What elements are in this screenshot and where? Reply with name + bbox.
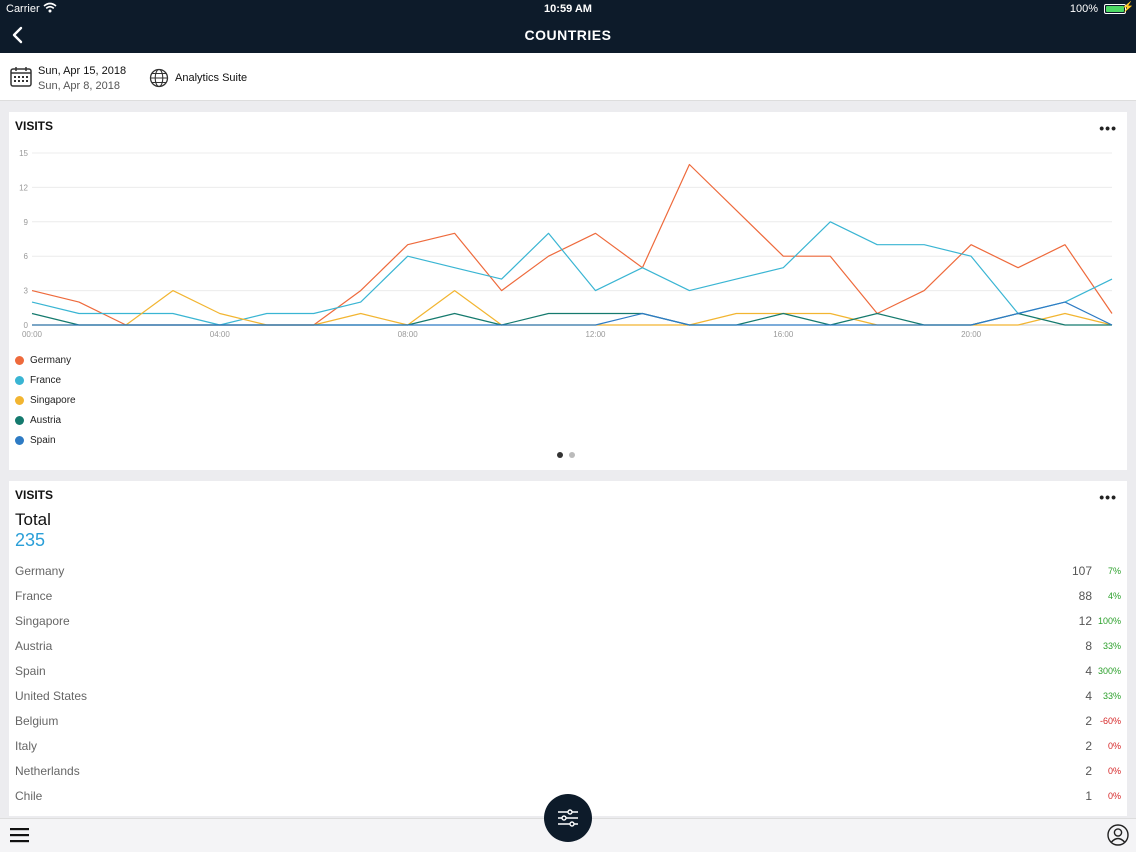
more-options-icon[interactable]: ••• (1099, 120, 1117, 136)
country-name: Netherlands (15, 764, 80, 778)
country-name: United States (15, 689, 88, 703)
country-name: Singapore (15, 614, 70, 628)
legend-swatch (15, 375, 24, 385)
change-percentage: 33% (1102, 641, 1121, 651)
country-name: Spain (15, 664, 46, 678)
country-name: Austria (15, 639, 53, 653)
legend-swatch (15, 355, 24, 365)
y-tick-label: 3 (24, 287, 29, 296)
y-tick-label: 6 (24, 252, 29, 261)
total-label: Total (15, 510, 51, 529)
x-tick-label: 16:00 (773, 330, 794, 339)
hamburger-menu-icon[interactable] (10, 827, 30, 843)
country-name: Italy (15, 739, 38, 753)
change-percentage: 33% (1102, 691, 1121, 701)
total-value: 235 (15, 530, 46, 550)
visits-table-card: VISITS ••• Total 235 Germany 107 7% France 8… (9, 481, 1127, 816)
x-tick-label: 12:00 (585, 330, 606, 339)
visit-count: 2 (1085, 739, 1092, 753)
y-tick-label: 12 (19, 183, 28, 192)
page-indicator[interactable] (557, 452, 575, 458)
series-line-singapore (32, 290, 1113, 326)
country-name: Germany (15, 564, 65, 578)
table-row[interactable]: Belgium 2 -60% (15, 709, 1121, 734)
legend-swatch (15, 395, 24, 405)
legend-label: Germany (30, 354, 72, 366)
visit-count: 12 (1078, 614, 1092, 628)
country-name: Chile (15, 789, 43, 803)
change-percentage: 0% (1107, 766, 1121, 776)
change-percentage: 7% (1107, 566, 1121, 576)
legend-label: Spain (30, 434, 56, 446)
country-name: France (15, 589, 53, 603)
legend-label: Singapore (30, 394, 76, 406)
visit-count: 4 (1085, 664, 1092, 678)
legend-item[interactable]: Germany (15, 350, 76, 370)
table-row[interactable]: United States 4 33% (15, 684, 1121, 709)
filter-button[interactable] (544, 794, 592, 842)
visit-count: 8 (1085, 639, 1092, 653)
x-tick-label: 08:00 (398, 330, 419, 339)
visit-count: 107 (1071, 564, 1092, 578)
visit-count: 2 (1085, 764, 1092, 778)
sliders-icon (558, 809, 578, 827)
legend-item[interactable]: Austria (15, 410, 76, 430)
legend-label: Austria (30, 414, 62, 426)
country-name: Belgium (15, 714, 59, 728)
country-list: Germany 107 7% France 88 4% Singapore 12 100% Aus… (15, 559, 1121, 809)
series-line-france (31, 221, 1113, 326)
legend-swatch (15, 435, 24, 445)
x-tick-label: 00:00 (22, 330, 43, 339)
y-tick-label: 9 (24, 218, 29, 227)
visit-count: 4 (1085, 689, 1092, 703)
charging-icon: ⚡ (1121, 2, 1134, 13)
table-row[interactable]: Singapore 12 100% (15, 609, 1121, 634)
change-percentage: 0% (1107, 741, 1121, 751)
chart-card-title: VISITS (15, 119, 54, 133)
x-tick-label: 04:00 (210, 330, 231, 339)
legend-item[interactable]: Spain (15, 430, 76, 450)
filter-bar: Sun, Apr 15, 2018 Sun, Apr 8, 2018 Analy… (0, 53, 1136, 101)
user-profile-icon[interactable] (1107, 824, 1129, 846)
change-percentage: 300% (1097, 666, 1121, 676)
page-dot-1[interactable] (557, 452, 563, 458)
report-suite-name[interactable]: Analytics Suite (175, 72, 247, 84)
change-percentage: 0% (1107, 791, 1121, 801)
change-percentage: 4% (1107, 591, 1121, 601)
legend-label: France (30, 374, 62, 386)
page-title: COUNTRIES (524, 27, 612, 43)
table-row[interactable]: Germany 107 7% (15, 559, 1121, 584)
nav-bar: COUNTRIES (0, 18, 1136, 53)
change-percentage: 100% (1097, 616, 1121, 626)
date-range-comparison[interactable]: Sun, Apr 8, 2018 (38, 80, 120, 92)
x-tick-label: 20:00 (961, 330, 982, 339)
table-row[interactable]: Netherlands 2 0% (15, 759, 1121, 784)
legend-item[interactable]: Singapore (15, 390, 76, 410)
table-row[interactable]: France 88 4% (15, 584, 1121, 609)
visit-count: 88 (1078, 589, 1092, 603)
calendar-icon[interactable] (10, 67, 32, 87)
battery-percentage: 100% (1069, 3, 1098, 15)
chart-legend: Germany France Singapore Austria Spain (15, 350, 76, 450)
legend-swatch (15, 415, 24, 425)
visits-chart-card: 0 3 6 9 12 15 00:00 04:00 08:00 12:00 16:00 20:00 V… (9, 112, 1127, 470)
visits-line-chart: 0 3 6 9 12 15 00:00 04:00 08:00 12:00 16:00 20:00 (19, 149, 1113, 339)
status-time: 10:59 AM (544, 3, 592, 15)
table-row[interactable]: Spain 4 300% (15, 659, 1121, 684)
visit-count: 2 (1085, 714, 1092, 728)
status-bar: Carrier 10:59 AM 100% ⚡ (0, 0, 1136, 18)
globe-icon[interactable] (149, 68, 169, 88)
table-card-title: VISITS (15, 488, 54, 502)
change-percentage: -60% (1099, 716, 1121, 726)
more-options-icon[interactable]: ••• (1099, 489, 1117, 505)
y-tick-label: 15 (19, 149, 28, 158)
date-range-primary[interactable]: Sun, Apr 15, 2018 (38, 65, 126, 77)
table-row[interactable]: Italy 2 0% (15, 734, 1121, 759)
table-row[interactable]: Austria 8 33% (15, 634, 1121, 659)
y-tick-label: 0 (24, 321, 29, 330)
page-dot-2[interactable] (569, 452, 575, 458)
visit-count: 1 (1085, 789, 1092, 803)
legend-item[interactable]: France (15, 370, 76, 390)
